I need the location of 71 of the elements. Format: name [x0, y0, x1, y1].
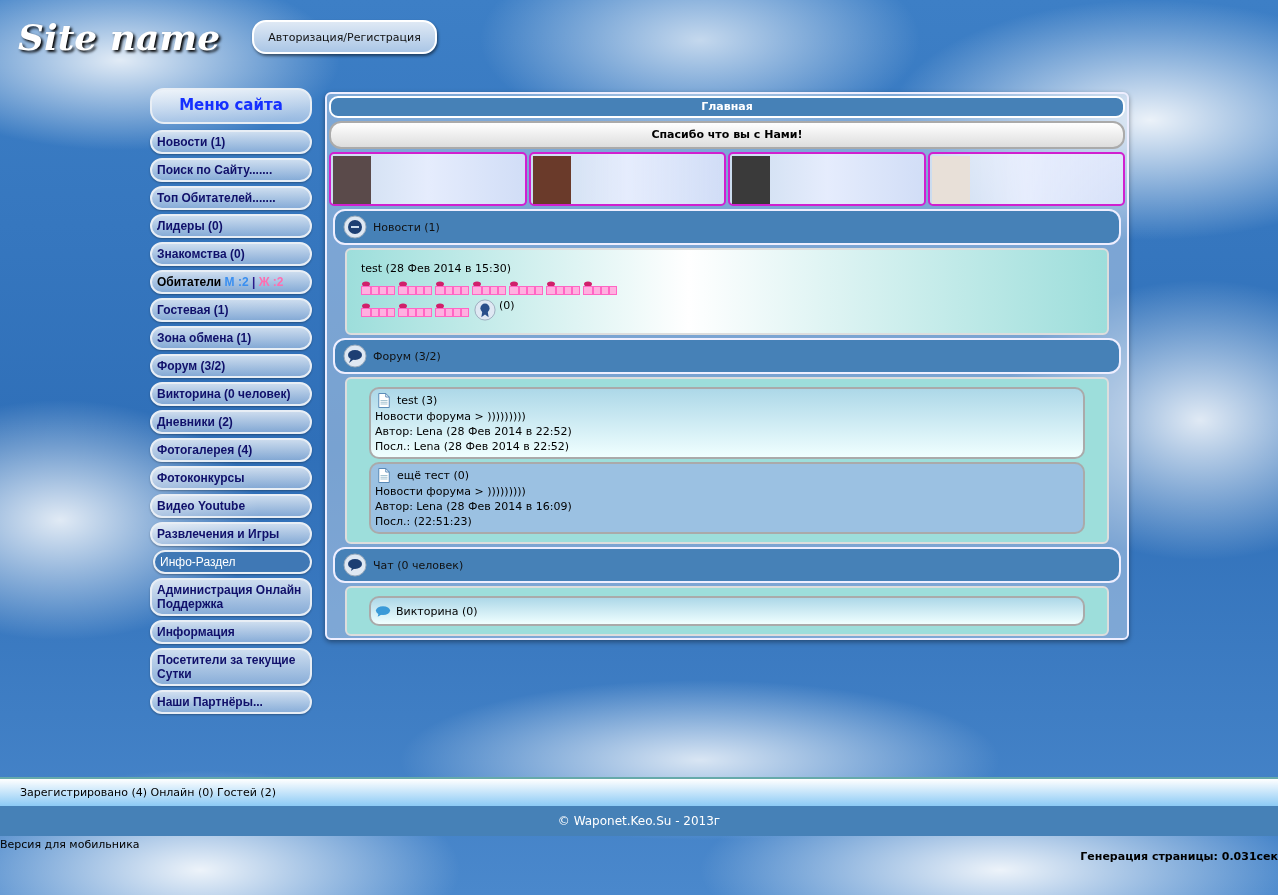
topic-info: Автор: Lena (28 Фев 2014 в 22:52) [375, 424, 573, 439]
topic-title: ещё тест (0) [397, 468, 470, 483]
section-header[interactable]: Новости (1) [333, 209, 1121, 245]
generation-time: Генерация страницы: 0.031сек [1080, 850, 1278, 863]
mobile-version-link[interactable]: Версия для мобильника [0, 836, 1278, 851]
menu-item[interactable]: Наши Партнёры... [150, 690, 312, 714]
menu-item[interactable]: Инфо-Раздел [153, 550, 312, 574]
menu-item[interactable]: Поиск по Сайту....... [150, 158, 312, 182]
topic-info: Новости форума > ))))))))) [375, 409, 527, 424]
section-title: Новости (1) [373, 220, 440, 234]
menu-item[interactable]: Информация [150, 620, 312, 644]
kiss-sticker-icon [361, 303, 395, 317]
room-title: Викторина (0) [396, 603, 478, 619]
user-card[interactable] [329, 152, 527, 206]
menu-item[interactable]: Лидеры (0) [150, 214, 312, 238]
menu-title: Меню сайта [150, 88, 312, 124]
menu-item[interactable]: Видео Youtube [150, 494, 312, 518]
kiss-sticker-icon [398, 281, 432, 295]
kiss-sticker-icon [509, 281, 543, 295]
menu-item[interactable]: Развлечения и Игры [150, 522, 312, 546]
photo-placeholder [532, 156, 571, 204]
menu-item[interactable]: Зона обмена (1) [150, 326, 312, 350]
forum-topic[interactable]: test (3) Новости форума > ))))))))) Автор: Lena (28 Фев 2014 в 22:52) Посл.: Lena (28 Фев 2014 в 22:52) [369, 387, 1085, 459]
forum-topic[interactable]: ещё тест (0) Новости форума > ))))))))) Автор: Lena (28 Фев 2014 в 16:09) Посл.: (22:51:23) [369, 462, 1085, 534]
menu-item[interactable]: Знакомства (0) [150, 242, 312, 266]
user-card[interactable] [528, 152, 726, 206]
menu-item[interactable]: Топ Обитателей....... [150, 186, 312, 210]
auth-button[interactable]: Авторизация/Регистрация [252, 20, 437, 54]
photo-placeholder [732, 156, 770, 204]
topic-info: Автор: Lena (28 Фев 2014 в 16:09) [375, 499, 573, 514]
kiss-sticker-icon [398, 303, 432, 317]
news-entry[interactable]: test (28 Фев 2014 в 15:30) [361, 262, 1093, 275]
menu-item[interactable]: Гостевая (1) [150, 298, 312, 322]
kiss-sticker-icon [546, 281, 580, 295]
kiss-sticker-icon [435, 303, 469, 317]
reaction-count: (0) [499, 299, 515, 312]
page-title: Главная [329, 96, 1125, 118]
user-card[interactable] [728, 152, 926, 206]
menu-item[interactable]: Дневники (2) [150, 410, 312, 434]
chat-bubble-icon [343, 553, 367, 577]
menu-item[interactable]: Фотогалерея (4) [150, 438, 312, 462]
kiss-sticker-icon [361, 281, 395, 295]
award-ribbon-icon[interactable] [474, 299, 496, 321]
document-icon [377, 392, 391, 409]
speech-bubble-icon [343, 344, 367, 368]
online-stats: Зарегистрировано (4) Онлайн (0) Гостей (2) [20, 786, 276, 799]
section-header[interactable]: Форум (3/2) [333, 338, 1121, 374]
topic-title: test (3) [397, 393, 438, 408]
menu-item[interactable]: Фотоконкурсы [150, 466, 312, 490]
document-icon [377, 467, 391, 484]
kiss-sticker-icon [472, 281, 506, 295]
menu-item[interactable]: Посетители за текущие Сутки [150, 648, 312, 686]
menu-item[interactable]: Форум (3/2) [150, 354, 312, 378]
chat-bubble-icon [375, 604, 391, 618]
topic-info: Посл.: Lena (28 Фев 2014 в 22:52) [375, 439, 571, 454]
topic-info: Посл.: (22:51:23) [375, 514, 473, 529]
copyright: © Waponet.Keo.Su - 2013г [557, 814, 721, 828]
chat-room[interactable]: Викторина (0) [369, 596, 1085, 626]
section-title: Форум (3/2) [373, 349, 441, 363]
photo-placeholder [931, 156, 970, 204]
photo-placeholder [333, 156, 371, 204]
welcome-banner: Спасибо что вы с Нами! [329, 121, 1125, 149]
menu-item[interactable]: Викторина (0 человек) [150, 382, 312, 406]
menu-item[interactable]: Администрация Онлайн Поддержка [150, 578, 312, 616]
kiss-sticker-icon [435, 281, 469, 295]
section-header[interactable]: Чат (0 человек) [333, 547, 1121, 583]
menu-item[interactable]: Новости (1) [150, 130, 312, 154]
topic-info: Новости форума > ))))))))) [375, 484, 527, 499]
section-title: Чат (0 человек) [373, 558, 464, 572]
kiss-sticker-icon [583, 281, 617, 295]
menu-item[interactable]: Обитатели М :2 | Ж :2 [150, 270, 312, 294]
